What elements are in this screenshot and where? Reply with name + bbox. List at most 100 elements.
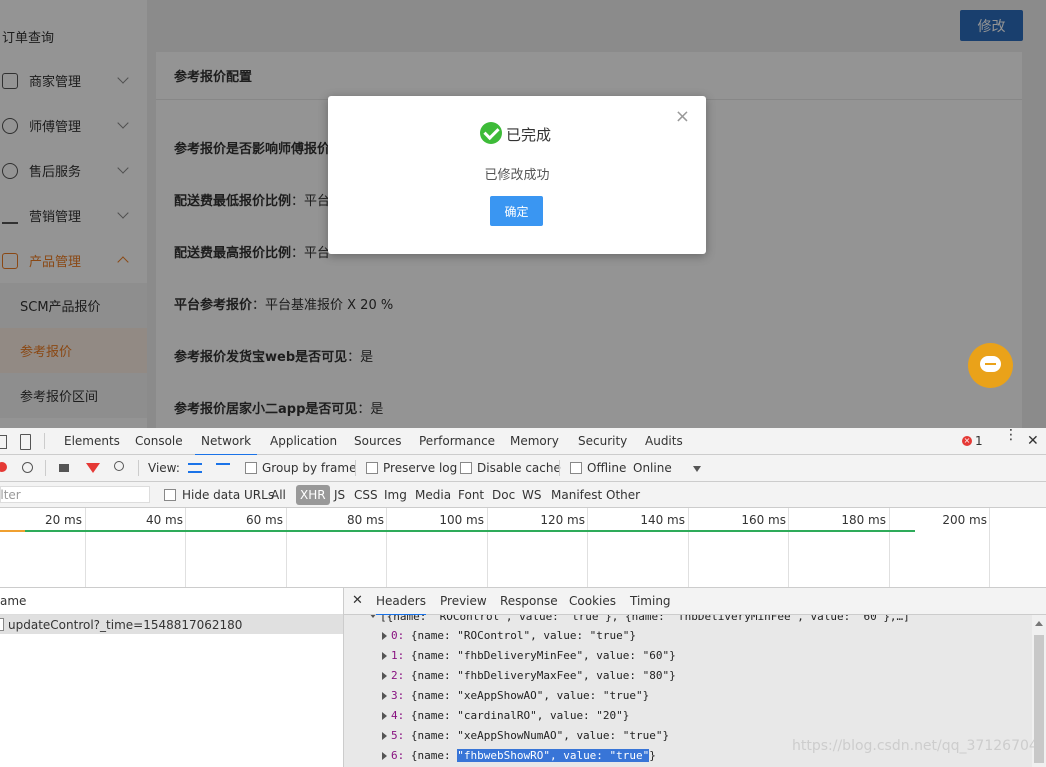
watermark: https://blog.csdn.net/qq_37126704	[792, 738, 1038, 754]
expand-arrow-icon[interactable]	[382, 752, 387, 760]
payload-item[interactable]: 2: {name: "fhbDeliveryMaxFee", value: "8…	[382, 669, 676, 682]
type-filter-img[interactable]: Img	[384, 488, 407, 502]
tab-network[interactable]: Network	[195, 428, 258, 456]
tab-response[interactable]: Response	[500, 588, 558, 614]
separator	[44, 433, 45, 449]
tab-preview[interactable]: Preview	[440, 588, 487, 614]
tab-security[interactable]: Security	[578, 428, 627, 454]
hide-data-urls-checkbox[interactable]	[164, 489, 176, 501]
tick-label: 140 ms	[640, 513, 685, 527]
tick-line	[688, 508, 689, 587]
check-circle-icon	[480, 122, 502, 144]
tab-memory[interactable]: Memory	[510, 428, 559, 454]
payload-item[interactable]: 6: {name: "fhbwebShowRO", value: "true"}	[382, 749, 656, 762]
error-icon: ×	[962, 436, 972, 446]
tick-line	[386, 508, 387, 587]
type-filter-css[interactable]: CSS	[354, 488, 378, 502]
separator	[355, 460, 356, 476]
type-filter-js[interactable]: JS	[334, 488, 345, 502]
type-filter-media[interactable]: Media	[415, 488, 451, 502]
close-icon[interactable]: ×	[675, 108, 690, 126]
dialog-message: 已修改成功	[484, 168, 550, 183]
type-filter-other[interactable]: Other	[606, 488, 640, 502]
waterfall-view-icon[interactable]	[216, 463, 230, 473]
tab-console[interactable]: Console	[135, 428, 183, 454]
expand-arrow-icon[interactable]	[382, 692, 387, 700]
tab-cookies[interactable]: Cookies	[569, 588, 616, 614]
record-icon[interactable]	[0, 462, 7, 472]
payload-item[interactable]: 0: {name: "ROControl", value: "true"}	[382, 629, 636, 642]
tick-label: 160 ms	[741, 513, 786, 527]
filter-icon[interactable]	[86, 463, 100, 473]
expand-arrow-icon[interactable]	[382, 672, 387, 680]
preserve-log-checkbox[interactable]	[366, 462, 378, 474]
selected-text[interactable]: "fhbwebShowRO", value: "true"	[457, 749, 650, 762]
type-filter-xhr[interactable]: XHR	[296, 485, 330, 505]
payload-item[interactable]: 4: {name: "cardinalRO", value: "20"}	[382, 709, 629, 722]
tab-performance[interactable]: Performance	[419, 428, 495, 454]
tick-label: 40 ms	[145, 513, 183, 527]
tick-line	[286, 508, 287, 587]
capture-screenshots-icon[interactable]	[59, 464, 69, 472]
preserve-log-label: Preserve log	[383, 461, 458, 475]
close-devtools-icon[interactable]: ✕	[1027, 433, 1039, 449]
tab-application[interactable]: Application	[270, 428, 337, 454]
tick-label: 20 ms	[44, 513, 82, 527]
expand-arrow-icon[interactable]	[382, 732, 387, 740]
filter-input[interactable]: Filter	[0, 488, 21, 502]
type-filter-all[interactable]: All	[271, 488, 286, 502]
close-details-icon[interactable]: ✕	[352, 593, 363, 608]
disable-cache-label: Disable cache	[477, 461, 561, 475]
confirm-button[interactable]: 确定	[490, 196, 543, 226]
payload-item[interactable]: 1: {name: "fhbDeliveryMinFee", value: "6…	[382, 649, 676, 662]
offline-checkbox[interactable]	[570, 462, 582, 474]
search-icon[interactable]	[114, 461, 124, 471]
chat-button[interactable]	[968, 343, 1013, 388]
tick-line	[85, 508, 86, 587]
payload-item[interactable]: 3: {name: "xeAppShowAO", value: "true"}	[382, 689, 649, 702]
tick-label: 200 ms	[942, 513, 987, 527]
scroll-up-icon[interactable]	[1035, 621, 1043, 626]
tab-headers[interactable]: Headers	[376, 588, 426, 616]
dropdown-arrow-icon[interactable]	[693, 466, 701, 472]
type-filter-manifest[interactable]: Manifest	[551, 488, 602, 502]
disable-cache-checkbox[interactable]	[460, 462, 472, 474]
timeline-overview[interactable]: 20 ms 40 ms 60 ms 80 ms 100 ms 120 ms 14…	[0, 508, 1046, 588]
type-filter-ws[interactable]: WS	[522, 488, 541, 502]
group-by-frame-checkbox[interactable]	[245, 462, 257, 474]
tab-sources[interactable]: Sources	[354, 428, 401, 454]
offline-label: Offline	[587, 461, 627, 475]
dialog-title: 已完成	[506, 126, 552, 144]
expand-arrow-icon[interactable]	[382, 632, 387, 640]
view-label: View:	[148, 461, 180, 475]
tab-audits[interactable]: Audits	[645, 428, 683, 454]
throttling-select[interactable]: Online	[633, 461, 672, 475]
clear-icon[interactable]	[22, 462, 33, 473]
expand-arrow-icon[interactable]	[369, 615, 377, 618]
tick-line	[788, 508, 789, 587]
tick-line	[889, 508, 890, 587]
name-column-header[interactable]: ame	[0, 594, 26, 608]
type-filter-font[interactable]: Font	[458, 488, 484, 502]
more-menu-icon[interactable]: ⋮	[1004, 428, 1018, 442]
list-view-icon[interactable]	[188, 463, 202, 473]
network-toolbar: View: Group by frame Preserve log Disabl…	[0, 455, 1046, 482]
request-row[interactable]: updateControl?_time=1548817062180	[0, 615, 343, 634]
filter-input-box[interactable]: Filter	[0, 486, 150, 503]
request-bar-waiting	[0, 530, 25, 532]
tab-timing[interactable]: Timing	[630, 588, 671, 614]
type-filter-doc[interactable]: Doc	[492, 488, 515, 502]
tick-line	[185, 508, 186, 587]
tick-label: 80 ms	[346, 513, 384, 527]
expand-arrow-icon[interactable]	[382, 652, 387, 660]
filter-bar: Filter Hide data URLs All XHR JS CSS Img…	[0, 482, 1046, 508]
error-count[interactable]: 1	[975, 434, 983, 448]
tab-elements[interactable]: Elements	[64, 428, 120, 454]
inspect-icon[interactable]	[0, 435, 7, 449]
payload-item[interactable]: 5: {name: "xeAppShowNumAO", value: "true…	[382, 729, 669, 742]
tick-label: 180 ms	[841, 513, 886, 527]
expand-arrow-icon[interactable]	[382, 712, 387, 720]
file-icon	[0, 618, 4, 631]
tick-line	[587, 508, 588, 587]
device-toolbar-icon[interactable]	[20, 434, 31, 450]
